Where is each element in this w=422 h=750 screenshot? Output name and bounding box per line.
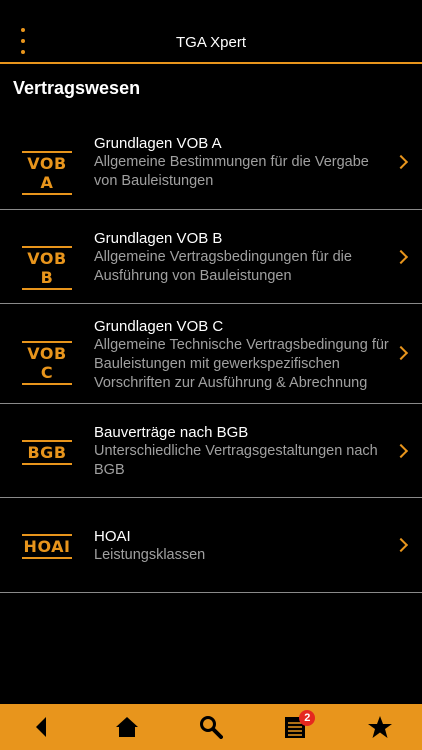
search-button[interactable] <box>191 707 231 747</box>
vob-c-logo: VOB C <box>22 341 72 385</box>
vob-b-logo: VOB B <box>22 246 72 290</box>
top-bar: TGA Xpert <box>0 0 422 64</box>
back-button[interactable] <box>22 707 62 747</box>
topic-list: VOB A Grundlagen VOB A Allgemeine Bestim… <box>0 115 422 593</box>
item-title: Grundlagen VOB C <box>94 318 224 335</box>
item-title: Bauverträge nach BGB <box>94 424 249 441</box>
back-icon <box>36 717 47 737</box>
item-title: Grundlagen VOB A <box>94 135 222 152</box>
star-icon <box>367 716 392 738</box>
item-subtitle: Leistungsklassen <box>94 547 206 563</box>
favorites-button[interactable] <box>360 707 400 747</box>
list-button[interactable]: 2 <box>275 707 316 747</box>
list-item-vob-b[interactable]: VOB B Grundlagen VOB B Allgemeine Vertra… <box>0 210 422 304</box>
home-button[interactable] <box>107 707 147 747</box>
hoai-logo: HOAI <box>22 534 72 559</box>
item-subtitle: Allgemeine Technische Vertragsbedingung … <box>94 337 389 391</box>
chevron-right-icon <box>393 443 409 459</box>
chevron-right-icon <box>393 154 409 170</box>
bgb-logo: BGB <box>22 440 72 465</box>
section-title: Vertragswesen <box>13 78 141 98</box>
list-item-bgb[interactable]: BGB Bauverträge nach BGB Unterschiedlich… <box>0 404 422 498</box>
list-item-vob-a[interactable]: VOB A Grundlagen VOB A Allgemeine Bestim… <box>0 115 422 210</box>
chevron-right-icon <box>393 249 409 265</box>
item-title: HOAI <box>94 528 131 545</box>
chevron-right-icon <box>393 345 409 361</box>
bottom-tab-bar: 2 <box>0 704 422 750</box>
vob-a-logo: VOB A <box>22 151 72 195</box>
item-subtitle: Allgemeine Vertragsbedingungen für die A… <box>94 249 352 284</box>
home-icon <box>115 717 138 737</box>
chevron-right-icon <box>393 537 409 553</box>
list-item-vob-c[interactable]: VOB C Grundlagen VOB C Allgemeine Techni… <box>0 304 422 404</box>
item-subtitle: Allgemeine Bestimmungen für die Vergabe … <box>94 154 369 189</box>
notification-badge: 2 <box>299 710 316 726</box>
list-item-hoai[interactable]: HOAI HOAI Leistungsklassen <box>0 498 422 593</box>
app-title: TGA Xpert <box>175 34 247 51</box>
item-title: Grundlagen VOB B <box>94 230 223 247</box>
search-icon <box>199 716 223 739</box>
item-subtitle: Unterschiedliche Vertragsgestaltungen na… <box>94 443 378 478</box>
